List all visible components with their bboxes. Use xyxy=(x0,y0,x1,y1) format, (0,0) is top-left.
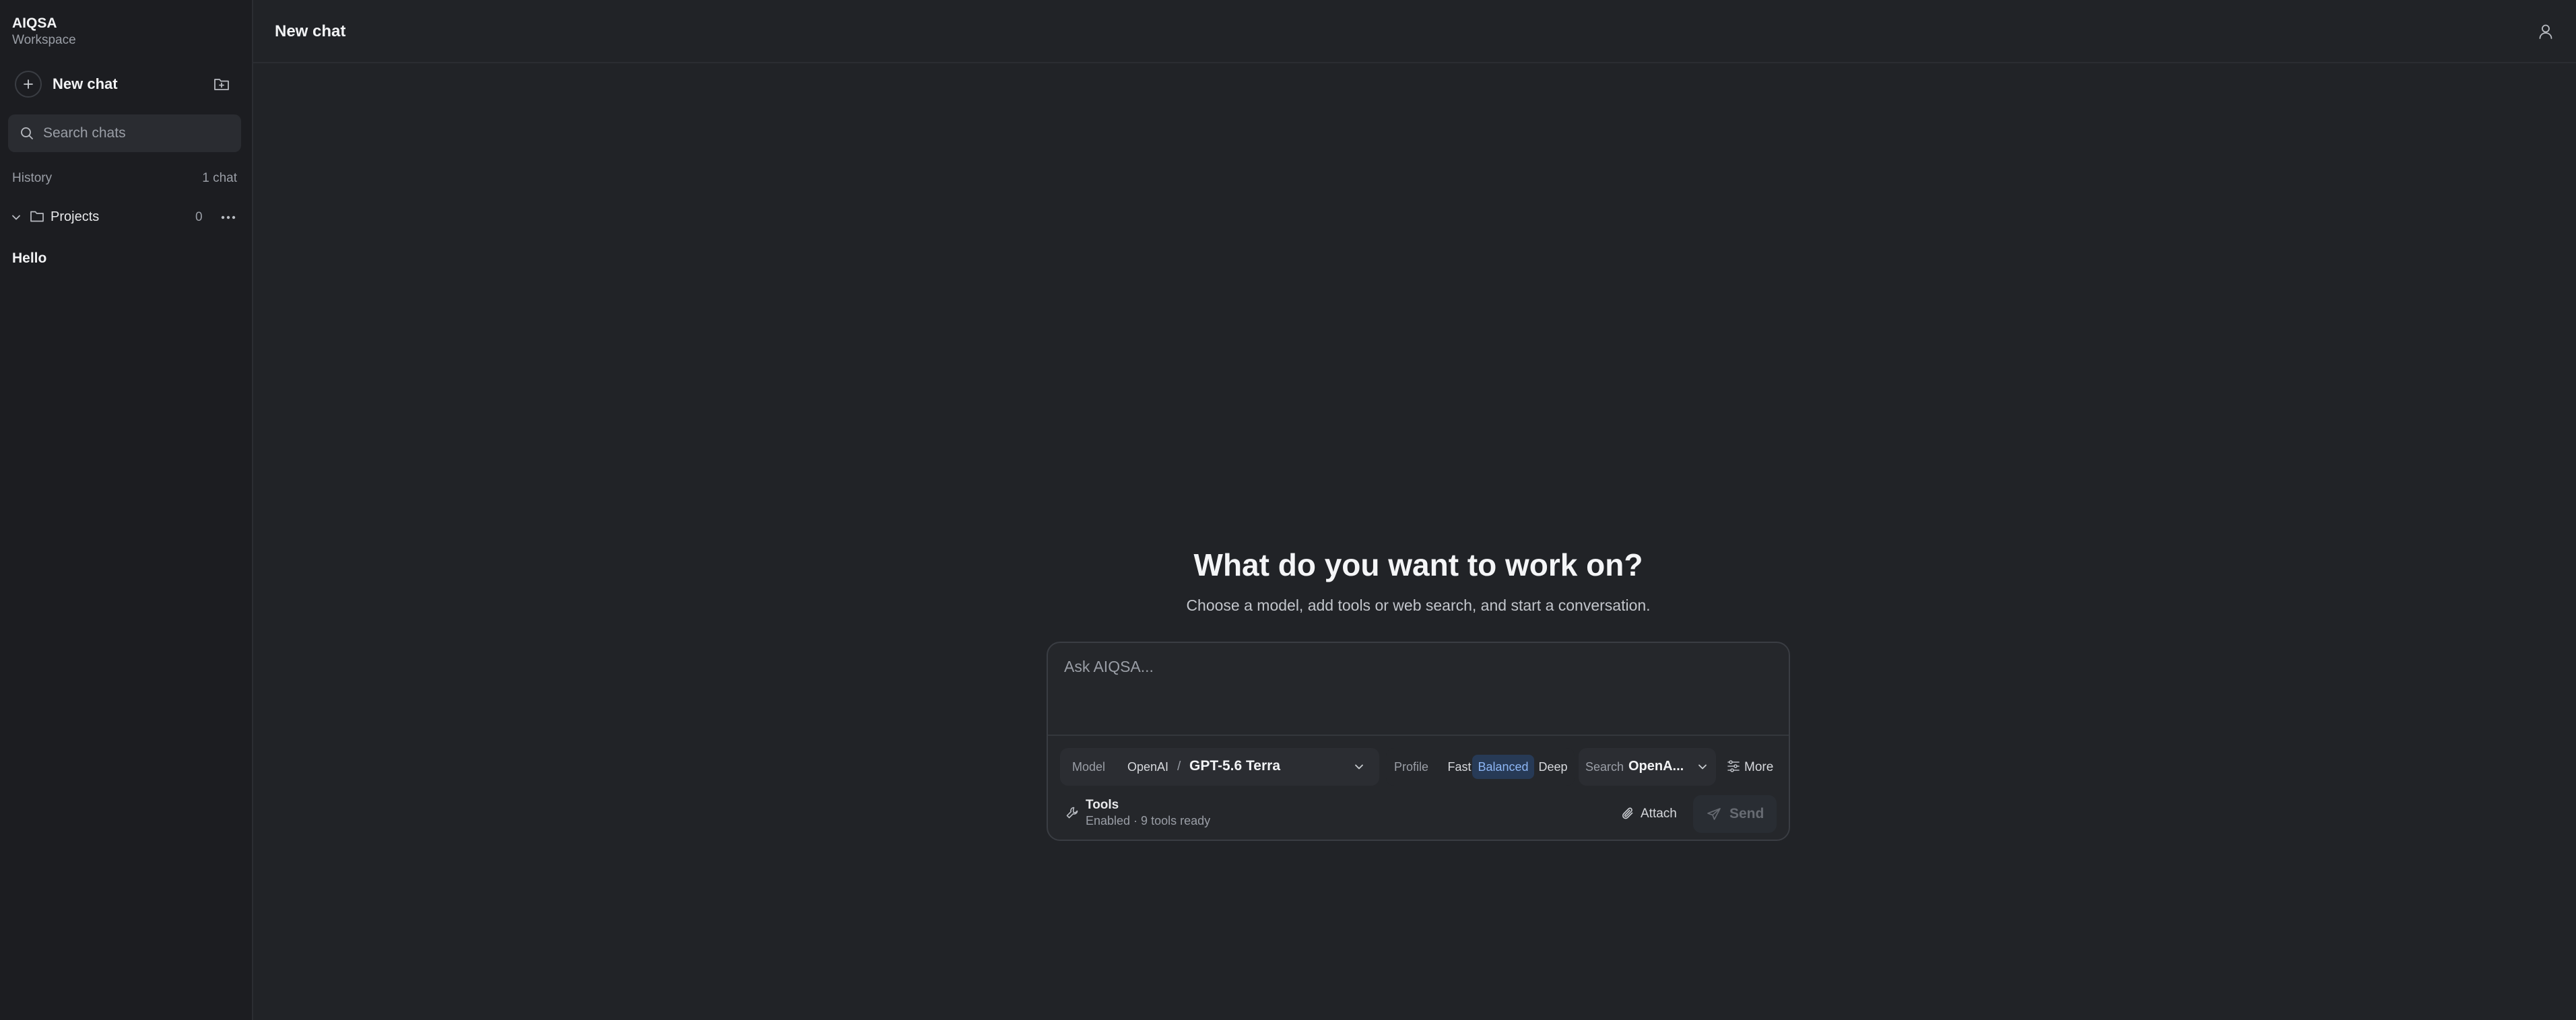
folder-icon xyxy=(30,209,44,223)
tools-title: Tools xyxy=(1086,798,1119,812)
page-title: New chat xyxy=(275,22,346,40)
send-icon xyxy=(1707,807,1721,821)
user-button[interactable] xyxy=(2536,22,2556,42)
composer-divider xyxy=(1048,735,1789,736)
more-button[interactable]: More xyxy=(1721,748,1782,786)
projects-section[interactable]: Projects 0 xyxy=(11,207,240,228)
history-count: 1 chat xyxy=(202,171,237,185)
projects-count: 0 xyxy=(195,210,203,224)
prompt-input[interactable] xyxy=(1063,656,1773,726)
send-label: Send xyxy=(1729,806,1764,821)
folder-plus-icon xyxy=(213,77,230,92)
new-chat-label[interactable]: New chat xyxy=(53,75,118,93)
projects-label[interactable]: Projects xyxy=(51,209,99,225)
profile-label: Profile xyxy=(1394,760,1429,774)
user-icon xyxy=(2538,24,2553,40)
chevron-down-icon[interactable] xyxy=(11,212,22,223)
new-chat-row: New chat xyxy=(15,69,230,99)
profile-option-fast[interactable]: Fast xyxy=(1444,755,1475,779)
new-chat-button[interactable] xyxy=(15,71,42,98)
attach-label: Attach xyxy=(1641,807,1677,821)
new-folder-button[interactable] xyxy=(211,75,232,94)
sidebar: AIQSA Workspace New chat History 1 chat xyxy=(0,0,253,1020)
model-label: Model xyxy=(1072,760,1106,774)
model-separator: / xyxy=(1177,759,1181,774)
send-button[interactable]: Send xyxy=(1693,795,1777,833)
composer: Model OpenAI / GPT-5.6 Terra Profile Fas… xyxy=(1047,642,1790,841)
attach-button[interactable]: Attach xyxy=(1618,799,1685,827)
model-provider: OpenAI xyxy=(1127,760,1169,774)
profile-option-deep[interactable]: Deep xyxy=(1534,755,1572,779)
profile-selector: Profile Fast Balanced Deep xyxy=(1386,748,1575,786)
model-name: GPT-5.6 Terra xyxy=(1189,758,1281,774)
more-horizontal-icon[interactable] xyxy=(218,209,238,226)
sliders-icon xyxy=(1727,760,1740,772)
chevron-down-icon xyxy=(1697,761,1708,772)
search-label: Search xyxy=(1585,760,1624,774)
more-label: More xyxy=(1744,760,1774,774)
search-chats xyxy=(8,114,241,152)
model-select[interactable]: Model OpenAI / GPT-5.6 Terra xyxy=(1060,748,1379,786)
paperclip-icon xyxy=(1622,806,1635,821)
brand-name: AIQSA xyxy=(12,15,57,31)
chat-list-item[interactable]: Hello xyxy=(12,250,46,267)
history-label: History xyxy=(12,171,53,185)
brand: AIQSA Workspace xyxy=(12,15,76,48)
tools-status: Enabled · 9 tools ready xyxy=(1086,814,1211,827)
top-bar: New chat xyxy=(253,0,2576,63)
wrench-icon xyxy=(1065,806,1079,819)
brand-subtitle: Workspace xyxy=(12,33,76,47)
search-icon xyxy=(20,127,34,140)
profile-option-balanced[interactable]: Balanced xyxy=(1472,755,1534,779)
history-header: History 1 chat xyxy=(12,171,237,186)
search-input[interactable] xyxy=(42,125,233,142)
hero-title: What do you want to work on? xyxy=(1193,547,1643,582)
plus-icon xyxy=(22,78,34,90)
hero-subtitle: Choose a model, add tools or web search,… xyxy=(1186,597,1651,614)
tools-toggle[interactable]: Tools Enabled · 9 tools ready xyxy=(1065,796,1308,830)
search-provider: OpenA... xyxy=(1628,759,1684,774)
chevron-down-icon xyxy=(1354,761,1364,772)
search-select[interactable]: Search OpenA... xyxy=(1579,748,1716,786)
